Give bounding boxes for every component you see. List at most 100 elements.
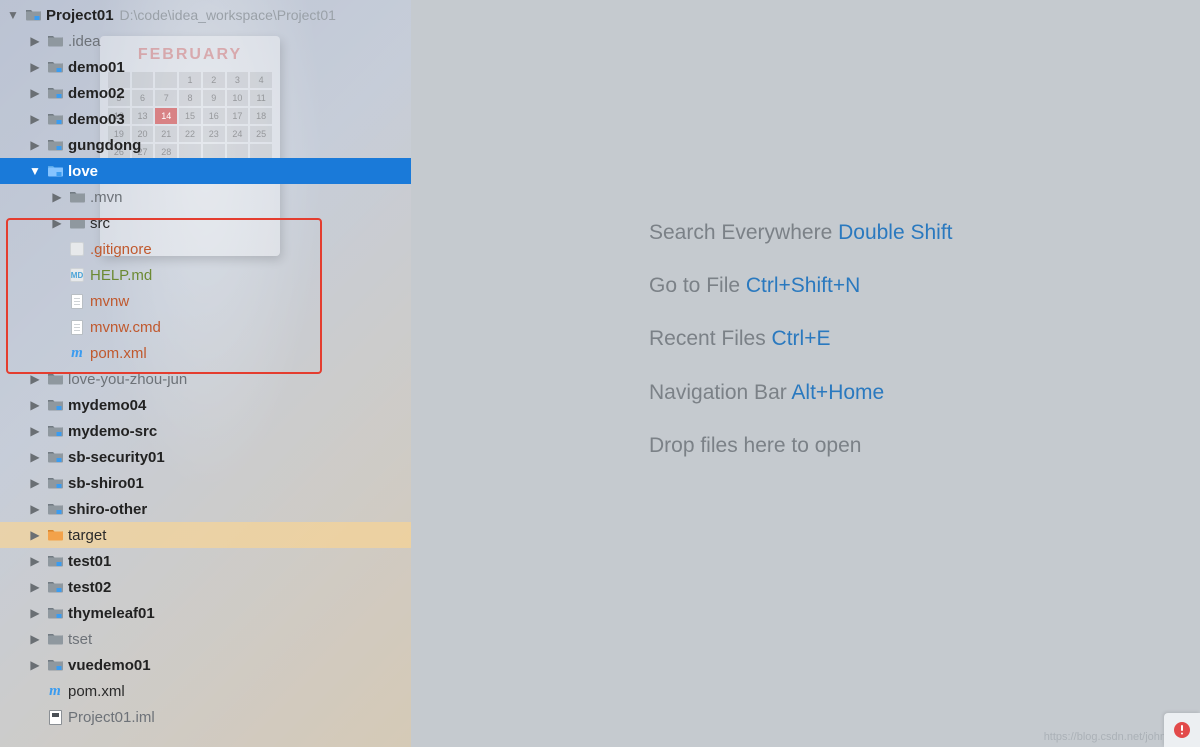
expand-toggle[interactable]: ▶	[28, 424, 42, 438]
tree-node-mydemosrc[interactable]: ▶ mydemo-src	[0, 418, 411, 444]
tree-node-demo01[interactable]: ▶ demo01	[0, 54, 411, 80]
expand-toggle[interactable]: ▶	[28, 372, 42, 386]
status-error-indicator[interactable]	[1164, 713, 1200, 747]
tree-node-mvn[interactable]: ▶ .mvn	[0, 184, 411, 210]
tree-node-demo03[interactable]: ▶ demo03	[0, 106, 411, 132]
tree-node-loveyou[interactable]: ▶ love-you-zhou-jun	[0, 366, 411, 392]
module-folder-icon	[46, 110, 64, 128]
module-folder-icon	[46, 396, 64, 414]
tree-node-label: demo02	[68, 85, 125, 102]
tree-node-label: .gitignore	[90, 241, 152, 258]
expand-toggle[interactable]: ▶	[28, 138, 42, 152]
expand-toggle[interactable]: ▶	[50, 190, 64, 204]
error-icon	[1173, 721, 1191, 739]
welcome-tip: Drop files here to open	[649, 433, 1160, 458]
module-folder-icon	[46, 656, 64, 674]
tree-node-label: pom.xml	[68, 683, 125, 700]
tree-node-sbsec[interactable]: ▶ sb-security01	[0, 444, 411, 470]
gitignore-file-icon	[68, 240, 86, 258]
module-folder-icon	[46, 578, 64, 596]
tree-node-label: demo01	[68, 59, 125, 76]
tree-node-root[interactable]: ▼ Project01D:\code\idea_workspace\Projec…	[0, 2, 411, 28]
expand-toggle[interactable]: ▶	[28, 606, 42, 620]
tree-node-love[interactable]: ▼ love	[0, 158, 411, 184]
tree-node-shiroother[interactable]: ▶ shiro-other	[0, 496, 411, 522]
collapse-toggle[interactable]: ▼	[28, 164, 42, 178]
tip-shortcut: Alt+Home	[791, 381, 884, 404]
tip-shortcut: Double Shift	[838, 221, 952, 244]
tree-node-test01[interactable]: ▶ test01	[0, 548, 411, 574]
expand-toggle[interactable]: ▶	[28, 476, 42, 490]
text-file-icon	[68, 292, 86, 310]
tree-node-mydemo04[interactable]: ▶ mydemo04	[0, 392, 411, 418]
tree-node-mvnw[interactable]: ▶mvnw	[0, 288, 411, 314]
tree-node-sbshiro[interactable]: ▶ sb-shiro01	[0, 470, 411, 496]
tip-shortcut: Ctrl+E	[772, 327, 831, 350]
module-folder-icon	[46, 448, 64, 466]
tree-node-iml[interactable]: ▶Project01.iml	[0, 704, 411, 730]
text-file-icon	[68, 318, 86, 336]
tree-node-label: mydemo04	[68, 397, 146, 414]
tree-node-tset[interactable]: ▶ tset	[0, 626, 411, 652]
expand-toggle[interactable]: ▶	[28, 34, 42, 48]
tree-node-idea[interactable]: ▶ .idea	[0, 28, 411, 54]
tree-node-demo02[interactable]: ▶ demo02	[0, 80, 411, 106]
tree-node-label: Project01	[46, 7, 114, 24]
module-folder-icon	[46, 84, 64, 102]
module-folder-icon	[46, 604, 64, 622]
module-folder-icon	[46, 422, 64, 440]
tree-node-label: .mvn	[90, 189, 123, 206]
tree-node-label: mydemo-src	[68, 423, 157, 440]
project-tree-panel[interactable]: FEBRUARY 1234567891011121314151617181920…	[0, 0, 411, 747]
tree-node-target[interactable]: ▶ target	[0, 522, 411, 548]
expand-toggle[interactable]: ▶	[28, 450, 42, 464]
tree-node-label: love	[68, 163, 98, 180]
expand-toggle[interactable]: ▶	[28, 554, 42, 568]
expand-toggle[interactable]: ▶	[28, 398, 42, 412]
expand-toggle[interactable]: ▶	[28, 112, 42, 126]
tree-node-test02[interactable]: ▶ test02	[0, 574, 411, 600]
project-tree[interactable]: ▼ Project01D:\code\idea_workspace\Projec…	[0, 0, 411, 747]
tree-node-pom-root[interactable]: ▶mpom.xml	[0, 678, 411, 704]
tree-node-label: tset	[68, 631, 92, 648]
expand-toggle[interactable]: ▶	[28, 658, 42, 672]
collapse-toggle[interactable]: ▼	[6, 8, 20, 22]
tree-node-pom-love[interactable]: ▶mpom.xml	[0, 340, 411, 366]
tip-shortcut: Ctrl+Shift+N	[746, 274, 860, 297]
tip-text: Go to File	[649, 274, 746, 297]
tree-node-label: test02	[68, 579, 111, 596]
expand-toggle[interactable]: ▶	[28, 632, 42, 646]
tree-node-label: sb-shiro01	[68, 475, 144, 492]
tree-node-label: .idea	[68, 33, 101, 50]
expand-toggle[interactable]: ▶	[50, 216, 64, 230]
tree-node-gitignore[interactable]: ▶.gitignore	[0, 236, 411, 262]
folder-icon	[46, 630, 64, 648]
expand-toggle[interactable]: ▶	[28, 502, 42, 516]
module-folder-icon	[46, 500, 64, 518]
excluded-folder-icon	[46, 526, 64, 544]
module-folder-icon	[46, 136, 64, 154]
expand-toggle[interactable]: ▶	[28, 580, 42, 594]
app-root: FEBRUARY 1234567891011121314151617181920…	[0, 0, 1200, 747]
tree-node-gungdong[interactable]: ▶ gungdong	[0, 132, 411, 158]
tree-node-vuedemo[interactable]: ▶ vuedemo01	[0, 652, 411, 678]
expand-toggle[interactable]: ▶	[28, 528, 42, 542]
tree-node-thyme[interactable]: ▶ thymeleaf01	[0, 600, 411, 626]
editor-empty-area[interactable]: Search Everywhere Double Shift Go to File…	[411, 0, 1200, 747]
module-folder-icon	[46, 552, 64, 570]
tree-node-label: mvnw	[90, 293, 129, 310]
welcome-tip: Navigation Bar Alt+Home	[649, 380, 1160, 405]
welcome-tip: Go to File Ctrl+Shift+N	[649, 273, 1160, 298]
tree-node-mvnwcmd[interactable]: ▶mvnw.cmd	[0, 314, 411, 340]
tree-node-label: Project01.iml	[68, 709, 155, 726]
tree-node-help[interactable]: ▶MDHELP.md	[0, 262, 411, 288]
folder-icon	[68, 214, 86, 232]
tip-text: Search Everywhere	[649, 221, 838, 244]
watermark-text: https://blog.csdn.net/john	[1044, 731, 1166, 743]
folder-icon	[46, 32, 64, 50]
module-folder-icon	[24, 6, 42, 24]
expand-toggle[interactable]: ▶	[28, 60, 42, 74]
tip-text: Drop files here to open	[649, 434, 861, 457]
expand-toggle[interactable]: ▶	[28, 86, 42, 100]
tree-node-src[interactable]: ▶ src	[0, 210, 411, 236]
